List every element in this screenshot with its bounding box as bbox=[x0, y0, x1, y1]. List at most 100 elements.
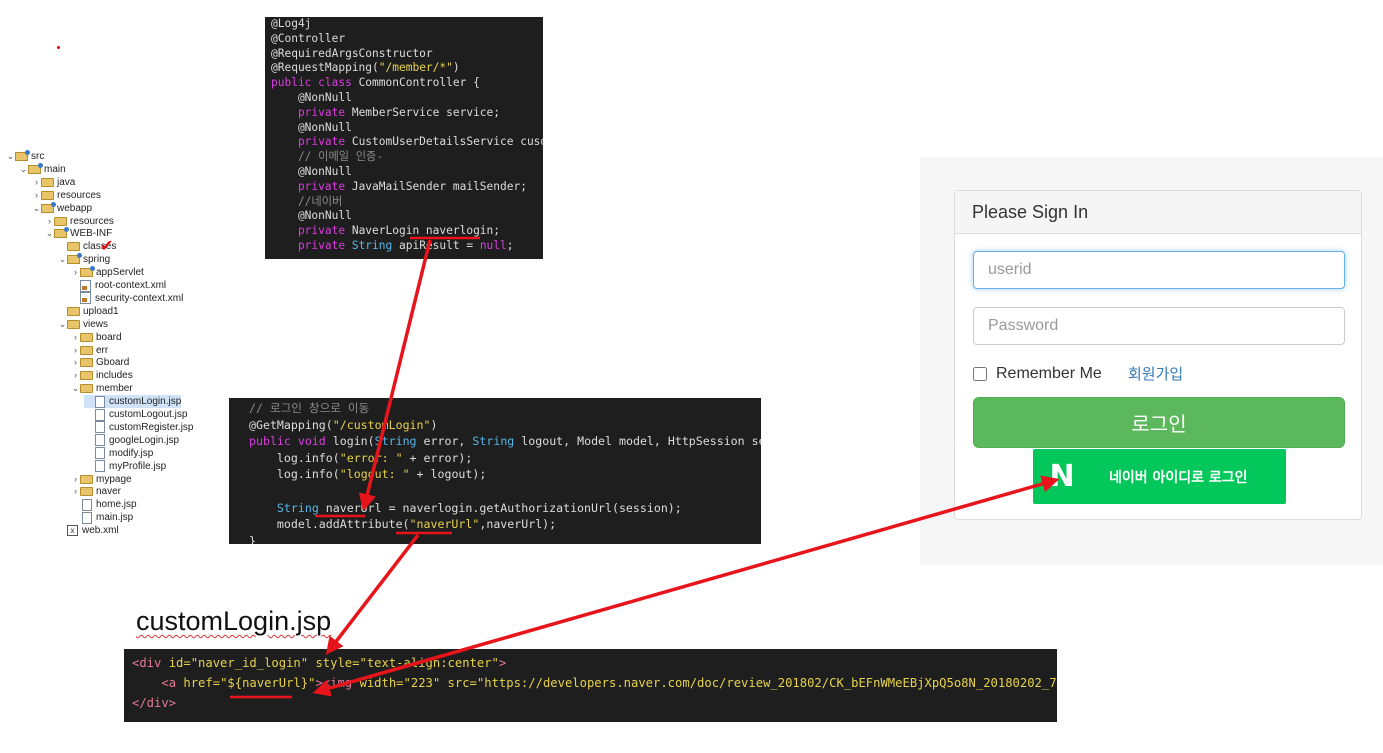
login-button[interactable]: 로그인 bbox=[973, 397, 1345, 448]
code-line: // 이메일 인증- bbox=[271, 150, 543, 165]
tree-item[interactable]: › appServlet bbox=[71, 266, 144, 279]
tree-item-label: resources bbox=[70, 215, 114, 227]
code-token: <a bbox=[161, 676, 184, 690]
expand-toggle-icon[interactable]: › bbox=[71, 369, 80, 382]
tree-item-label: err bbox=[96, 344, 109, 356]
folder-icon bbox=[54, 216, 67, 226]
login-method-code-snippet: // 로그인 창으로 이동 @GetMapping("/customLogin")… bbox=[229, 398, 761, 544]
tree-item[interactable]: home.jsp bbox=[71, 498, 137, 511]
code-token: "https://developers.naver.com/doc/review… bbox=[476, 676, 1057, 690]
tree-item[interactable]: › resources bbox=[32, 189, 101, 202]
tree-item[interactable]: ⌄ views bbox=[58, 318, 108, 331]
code-line: private JavaMailSender mailSender; bbox=[271, 180, 543, 195]
tree-item[interactable]: customLogin.jsp bbox=[84, 395, 182, 409]
tree-item[interactable]: › Gboard bbox=[71, 356, 129, 369]
code-line: </div> bbox=[132, 693, 1057, 713]
password-input[interactable] bbox=[973, 307, 1345, 345]
tree-item[interactable]: customLogout.jsp bbox=[84, 408, 187, 421]
expand-toggle-icon[interactable]: ⌄ bbox=[45, 227, 54, 240]
expand-toggle-icon[interactable]: ⌄ bbox=[19, 163, 28, 176]
code-token: ,naverUrl); bbox=[479, 517, 557, 532]
controller-code-snippet: @Log4j @Controller @RequiredArgsConstructo… bbox=[265, 17, 543, 259]
file-icon bbox=[95, 408, 105, 421]
stray-red-dot bbox=[57, 46, 60, 49]
code-token: private bbox=[271, 238, 352, 252]
expand-toggle-icon[interactable]: ⌄ bbox=[6, 150, 15, 163]
panel-title: Please Sign In bbox=[955, 191, 1361, 234]
expand-toggle-icon[interactable]: ⌄ bbox=[58, 253, 67, 266]
tree-item[interactable]: › includes bbox=[71, 369, 133, 382]
tree-item-label: security-context.xml bbox=[95, 292, 184, 304]
expand-toggle-icon[interactable]: ⌄ bbox=[58, 318, 67, 331]
expand-toggle-icon[interactable]: › bbox=[71, 344, 80, 357]
code-token: ; bbox=[506, 238, 514, 252]
pkg-icon bbox=[28, 162, 43, 174]
tree-item[interactable]: ⌄ member bbox=[71, 382, 133, 395]
code-token: @NonNull bbox=[271, 120, 352, 134]
code-token: NaverLogin naverlogin; bbox=[351, 224, 501, 238]
code-token: @Controller bbox=[271, 31, 346, 45]
jsp-file-title: customLogin.jsp bbox=[136, 606, 332, 636]
expand-toggle-icon[interactable]: › bbox=[71, 331, 80, 344]
code-line: @NonNull bbox=[271, 209, 543, 224]
code-token: // 이메일 인증- bbox=[271, 150, 384, 164]
expand-toggle-icon[interactable]: › bbox=[32, 189, 41, 202]
remember-me-checkbox[interactable] bbox=[973, 367, 987, 381]
tree-item[interactable]: security-context.xml bbox=[71, 292, 183, 305]
code-token: ><img bbox=[315, 676, 360, 690]
code-token: width= bbox=[359, 676, 404, 690]
tree-item[interactable]: › naver bbox=[71, 485, 121, 498]
code-token: "/customLogin" bbox=[332, 417, 431, 432]
expand-toggle-icon[interactable]: › bbox=[32, 176, 41, 189]
code-token: String bbox=[351, 238, 399, 252]
tree-item[interactable]: › err bbox=[71, 344, 108, 357]
tree-item-label: customLogout.jsp bbox=[109, 409, 188, 420]
tree-item[interactable]: modify.jsp bbox=[84, 447, 153, 460]
tree-item[interactable]: googleLogin.jsp bbox=[84, 434, 179, 447]
tree-item[interactable]: myProfile.jsp bbox=[84, 460, 166, 473]
sign-in-panel: Please Sign In Remember Me 회원가입 로그인 N 네이… bbox=[954, 190, 1362, 520]
expand-toggle-icon[interactable]: ⌄ bbox=[71, 382, 80, 395]
code-token: "naverUrl" bbox=[409, 517, 480, 532]
remember-me-option[interactable]: Remember Me bbox=[973, 365, 1102, 383]
code-token: logout, Model model, HttpSession session… bbox=[521, 434, 761, 449]
tree-item-label: googleLogin.jsp bbox=[109, 434, 180, 446]
tree-item[interactable]: ⌄ src bbox=[6, 150, 44, 163]
tree-item-label: modify.jsp bbox=[109, 447, 154, 459]
code-token: "text-align:center" bbox=[359, 656, 499, 670]
tree-item[interactable]: main.jsp bbox=[71, 511, 133, 524]
expand-toggle-icon[interactable]: › bbox=[71, 485, 80, 498]
code-token: </div> bbox=[132, 696, 177, 710]
pkg-icon bbox=[80, 266, 95, 278]
tree-item[interactable]: › board bbox=[71, 331, 122, 344]
code-token: model.addAttribute( bbox=[249, 517, 410, 532]
expand-toggle-icon[interactable]: › bbox=[71, 473, 80, 486]
tree-item-label: webapp bbox=[57, 202, 93, 214]
tree-item[interactable]: upload1 bbox=[58, 305, 119, 318]
tree-item[interactable]: root-context.xml bbox=[71, 279, 166, 292]
tree-item[interactable]: › java bbox=[32, 176, 75, 189]
code-token: private bbox=[271, 179, 352, 193]
code-line: String naverUrl = naverlogin.getAuthoriz… bbox=[249, 500, 761, 517]
code-token: style= bbox=[315, 656, 360, 670]
expand-toggle-icon[interactable]: › bbox=[45, 215, 54, 228]
tree-item[interactable]: x web.xml bbox=[58, 524, 119, 537]
expand-toggle-icon[interactable]: ⌄ bbox=[32, 202, 41, 215]
tree-item[interactable]: ⌄ webapp bbox=[32, 201, 93, 215]
file-icon bbox=[95, 395, 105, 408]
folder-icon bbox=[67, 306, 80, 316]
folder-icon bbox=[80, 345, 93, 355]
userid-input[interactable] bbox=[973, 251, 1345, 289]
tree-item[interactable]: customRegister.jsp bbox=[84, 421, 193, 434]
tree-item-label: spring bbox=[83, 254, 111, 266]
naver-login-button[interactable]: N 네이버 아이디로 로그인 bbox=[1033, 449, 1286, 504]
tree-item[interactable]: › resources bbox=[45, 215, 114, 228]
code-line: private String apiResult = null; bbox=[271, 239, 543, 254]
tree-item[interactable]: ⌄ main bbox=[19, 162, 66, 176]
tree-item[interactable]: ⌄ spring bbox=[58, 253, 110, 266]
expand-toggle-icon[interactable]: › bbox=[71, 266, 80, 279]
tree-item[interactable]: › mypage bbox=[71, 473, 132, 486]
expand-toggle-icon[interactable]: › bbox=[71, 356, 80, 369]
signup-link[interactable]: 회원가입 bbox=[1128, 363, 1183, 384]
